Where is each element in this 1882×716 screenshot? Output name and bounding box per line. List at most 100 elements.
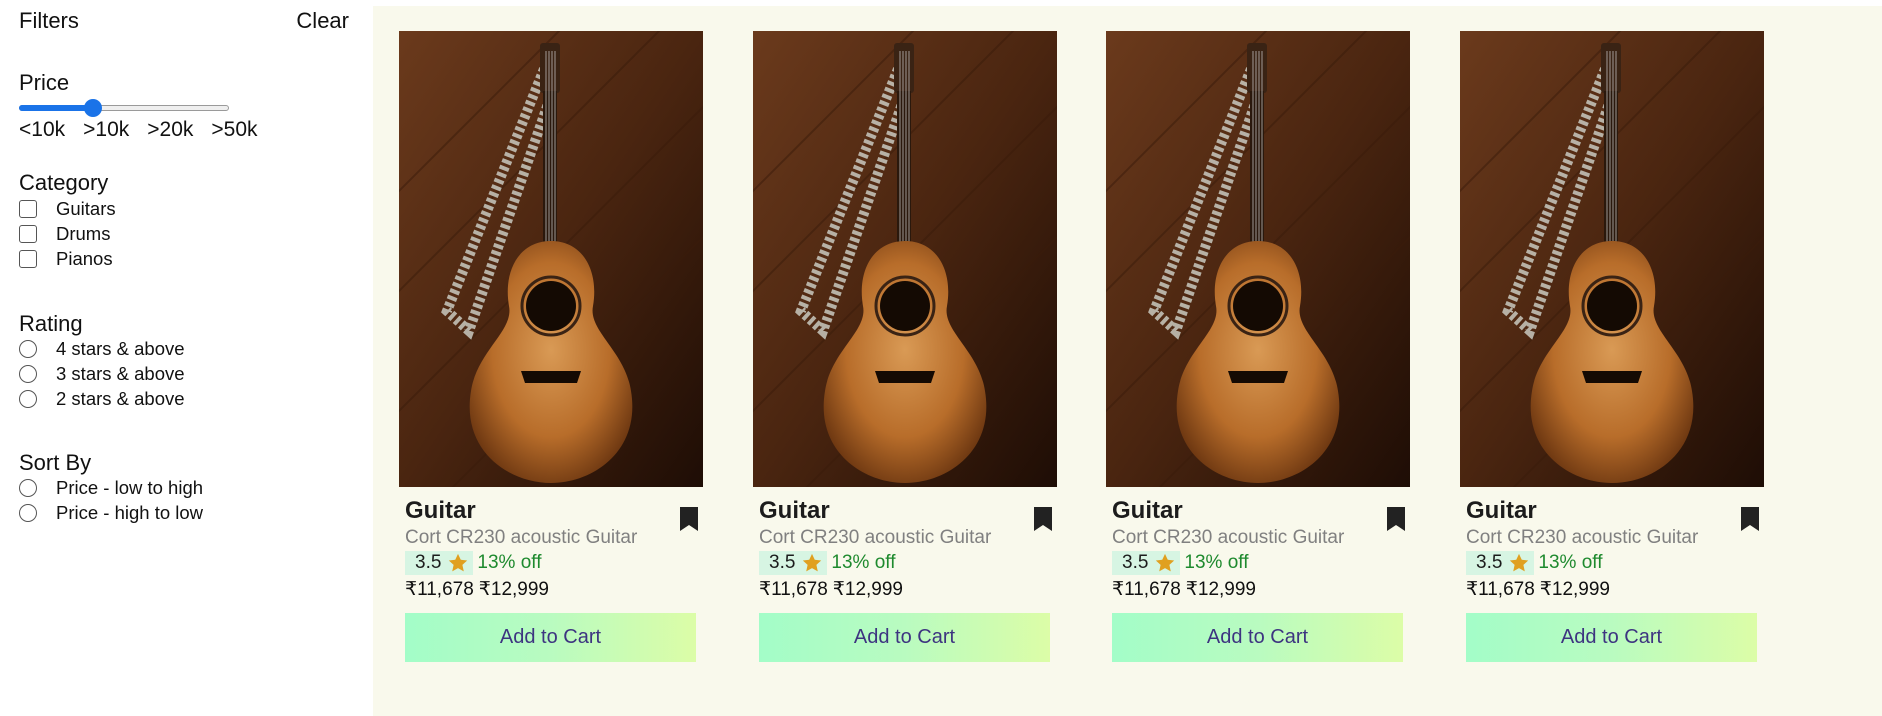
sort-option-low-high[interactable]: Price - low to high — [19, 475, 203, 500]
rating-value: 3.5 — [415, 552, 442, 573]
discount-label: 13% off — [1184, 552, 1249, 573]
price-row: ₹11,678 ₹12,999 — [405, 578, 705, 601]
price-slider-thumb[interactable] — [84, 99, 102, 117]
rating-badge: 3.5 — [1112, 551, 1181, 575]
option-label: Price - high to low — [56, 501, 204, 523]
option-label: Price - low to high — [56, 476, 204, 498]
product-grid: Guitar Cort CR230 acoustic Guitar 3.5 13… — [373, 6, 1882, 716]
rating-value: 3.5 — [769, 552, 796, 573]
product-image[interactable] — [753, 31, 1057, 487]
add-to-cart-button[interactable]: Add to Cart — [759, 613, 1050, 662]
price-section-title: Price — [19, 70, 70, 95]
price-label: <10k — [19, 118, 66, 141]
price-slider[interactable] — [19, 98, 229, 117]
product-title: Guitar — [1466, 497, 1537, 524]
radio[interactable] — [19, 364, 37, 383]
acoustic-guitar-photo — [1106, 31, 1410, 487]
category-section-title: Category — [19, 170, 109, 195]
price-label: >20k — [147, 118, 194, 141]
option-label: 4 stars & above — [56, 337, 185, 359]
price-row: ₹11,678 ₹12,999 — [759, 578, 1059, 601]
add-to-cart-button[interactable]: Add to Cart — [1466, 613, 1757, 662]
rating-row: 3.5 13% off — [1466, 551, 1766, 575]
rating-section-title: Rating — [19, 311, 83, 336]
rating-badge: 3.5 — [1466, 551, 1535, 575]
option-label: Drums — [56, 222, 111, 244]
product-image[interactable] — [1460, 31, 1764, 487]
radio[interactable] — [19, 503, 37, 522]
product-card[interactable]: Guitar Cort CR230 acoustic Guitar 3.5 13… — [1106, 31, 1412, 662]
rating-option-4[interactable]: 4 stars & above — [19, 336, 185, 361]
filters-sidebar: Filters Clear Price <10k >10k >20k >50k … — [0, 0, 372, 716]
star-icon — [803, 553, 822, 572]
product-image[interactable] — [1106, 31, 1410, 487]
discount-label: 13% off — [477, 552, 542, 573]
price-slider-fill — [19, 105, 93, 111]
acoustic-guitar-photo — [1460, 31, 1764, 487]
sort-option-high-low[interactable]: Price - high to low — [19, 500, 203, 525]
product-description: Cort CR230 acoustic Guitar — [1112, 527, 1345, 548]
category-option-guitars[interactable]: Guitars — [19, 196, 116, 221]
product-card[interactable]: Guitar Cort CR230 acoustic Guitar 3.5 13… — [753, 31, 1059, 662]
radio[interactable] — [19, 389, 37, 408]
acoustic-guitar-photo — [753, 31, 1057, 487]
rating-value: 3.5 — [1476, 552, 1503, 573]
price-label: >50k — [211, 118, 258, 141]
clear-filters-button[interactable]: Clear — [296, 8, 349, 34]
category-options: Guitars Drums Pianos — [19, 196, 116, 271]
current-price: ₹11,678 — [759, 579, 828, 600]
category-option-pianos[interactable]: Pianos — [19, 246, 116, 271]
checkbox[interactable] — [19, 224, 37, 243]
star-icon — [449, 553, 468, 572]
checkbox[interactable] — [19, 249, 37, 268]
add-to-cart-button[interactable]: Add to Cart — [405, 613, 696, 662]
original-price: ₹12,999 — [1539, 579, 1610, 600]
current-price: ₹11,678 — [1466, 579, 1535, 600]
radio[interactable] — [19, 339, 37, 358]
discount-label: 13% off — [1538, 552, 1603, 573]
price-range-labels: <10k >10k >20k >50k — [19, 118, 276, 142]
price-label: >10k — [83, 118, 130, 141]
discount-label: 13% off — [831, 552, 896, 573]
rating-value: 3.5 — [1122, 552, 1149, 573]
product-description: Cort CR230 acoustic Guitar — [1466, 527, 1699, 548]
star-icon — [1510, 553, 1529, 572]
product-description: Cort CR230 acoustic Guitar — [759, 527, 992, 548]
rating-row: 3.5 13% off — [405, 551, 705, 575]
original-price: ₹12,999 — [832, 579, 903, 600]
rating-row: 3.5 13% off — [759, 551, 1059, 575]
rating-options: 4 stars & above 3 stars & above 2 stars … — [19, 336, 185, 411]
current-price: ₹11,678 — [405, 579, 474, 600]
bookmark-icon[interactable] — [1386, 507, 1406, 531]
checkbox[interactable] — [19, 199, 37, 218]
sort-section-title: Sort By — [19, 450, 92, 475]
option-label: 3 stars & above — [56, 362, 185, 384]
current-price: ₹11,678 — [1112, 579, 1181, 600]
bookmark-icon[interactable] — [1033, 507, 1053, 531]
option-label: Guitars — [56, 197, 116, 219]
acoustic-guitar-photo — [399, 31, 703, 487]
original-price: ₹12,999 — [1185, 579, 1256, 600]
rating-option-2[interactable]: 2 stars & above — [19, 386, 185, 411]
price-row: ₹11,678 ₹12,999 — [1466, 578, 1766, 601]
price-row: ₹11,678 ₹12,999 — [1112, 578, 1412, 601]
bookmark-icon[interactable] — [1740, 507, 1760, 531]
product-title: Guitar — [405, 497, 476, 524]
rating-badge: 3.5 — [405, 551, 474, 575]
filters-header: Filters Clear — [19, 8, 349, 34]
sort-options: Price - low to high Price - high to low — [19, 475, 203, 525]
product-description: Cort CR230 acoustic Guitar — [405, 527, 638, 548]
radio[interactable] — [19, 478, 37, 497]
original-price: ₹12,999 — [478, 579, 549, 600]
rating-badge: 3.5 — [759, 551, 828, 575]
category-option-drums[interactable]: Drums — [19, 221, 116, 246]
product-card[interactable]: Guitar Cort CR230 acoustic Guitar 3.5 13… — [1460, 31, 1766, 662]
product-image[interactable] — [399, 31, 703, 487]
add-to-cart-button[interactable]: Add to Cart — [1112, 613, 1403, 662]
rating-option-3[interactable]: 3 stars & above — [19, 361, 185, 386]
bookmark-icon[interactable] — [679, 507, 699, 531]
option-label: 2 stars & above — [56, 387, 185, 409]
product-title: Guitar — [1112, 497, 1183, 524]
rating-row: 3.5 13% off — [1112, 551, 1412, 575]
product-card[interactable]: Guitar Cort CR230 acoustic Guitar 3.5 13… — [399, 31, 705, 662]
